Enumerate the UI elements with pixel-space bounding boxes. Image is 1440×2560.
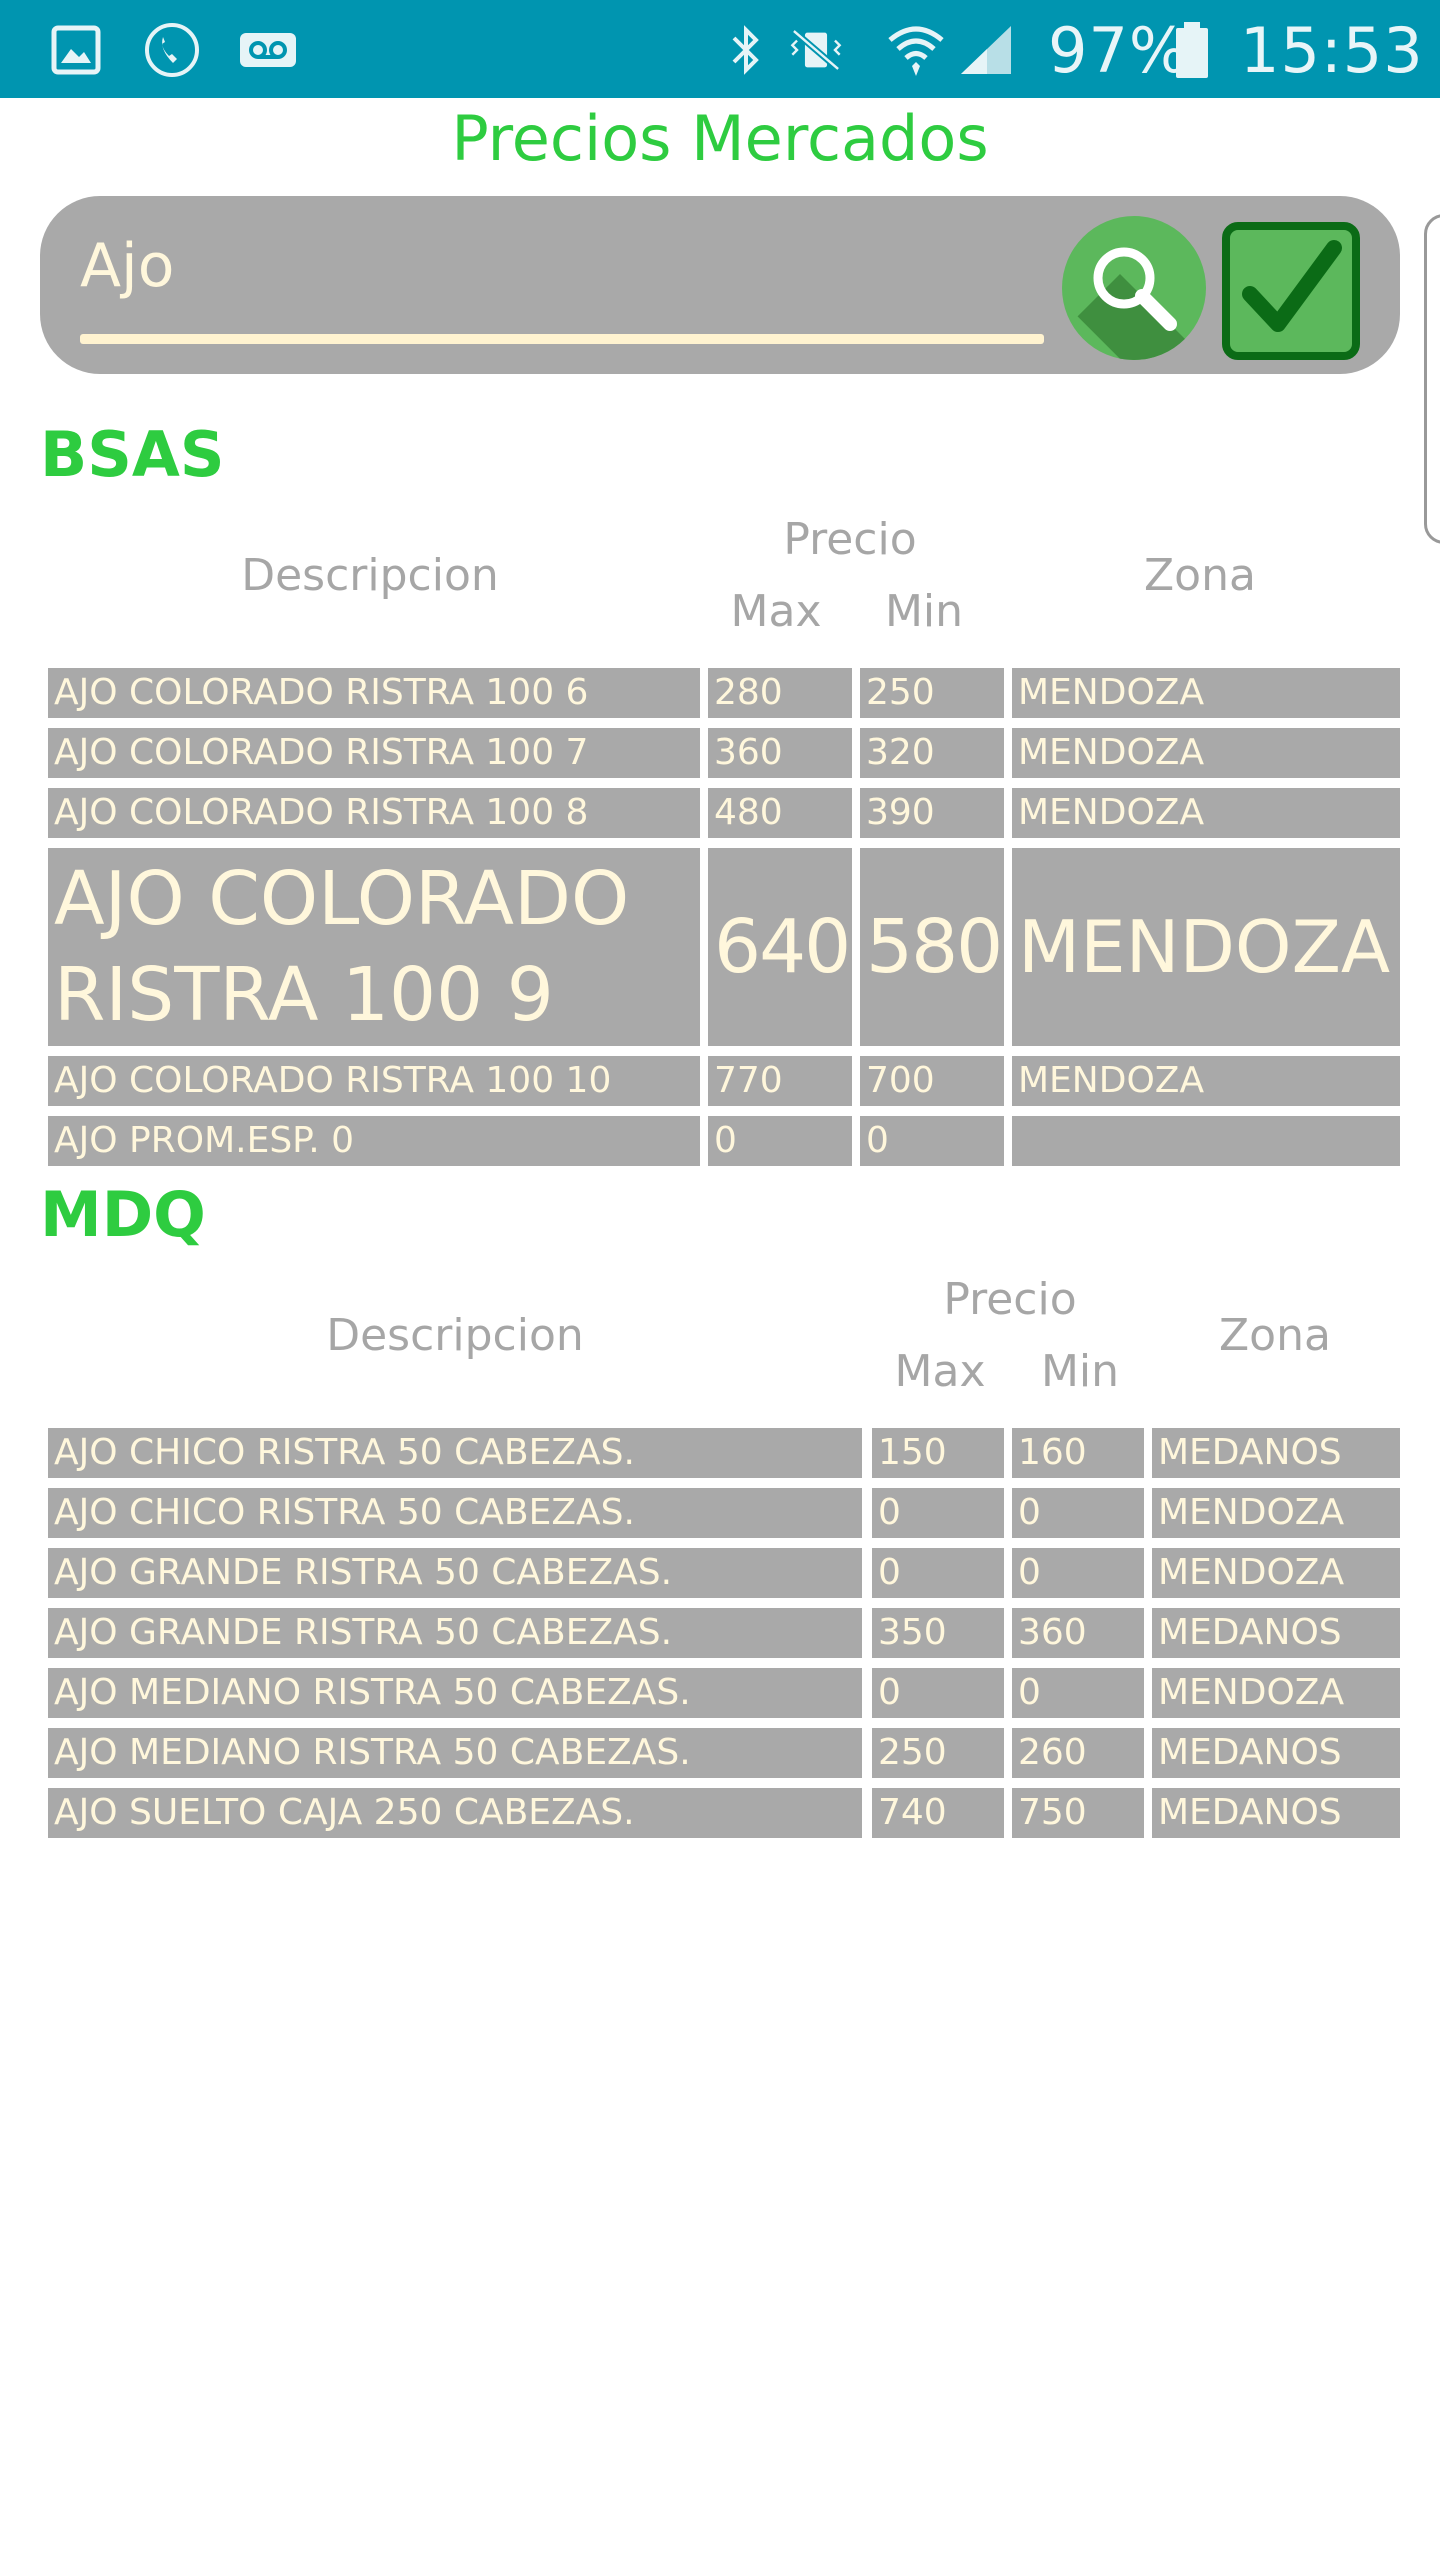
bluetooth-icon bbox=[716, 20, 776, 80]
cell-max: 740 bbox=[872, 1788, 1004, 1838]
phone-call-icon bbox=[142, 20, 202, 80]
cell-zona: MEDANOS bbox=[1152, 1608, 1400, 1658]
cell-min: 580 bbox=[860, 848, 1004, 1046]
header-descripcion: Descripcion bbox=[326, 1310, 584, 1361]
cell-min: 160 bbox=[1012, 1428, 1144, 1478]
cell-zona: MENDOZA bbox=[1152, 1488, 1400, 1538]
clock: 15:53 bbox=[1240, 14, 1424, 87]
cell-min: 250 bbox=[860, 668, 1004, 718]
cell-min: 260 bbox=[1012, 1728, 1144, 1778]
cell-descripcion: AJO CHICO RISTRA 50 CABEZAS. bbox=[48, 1488, 862, 1538]
cell-max: 150 bbox=[872, 1428, 1004, 1478]
header-max: Max bbox=[894, 1346, 986, 1397]
cell-min: 360 bbox=[1012, 1608, 1144, 1658]
header-zona: Zona bbox=[1219, 1310, 1331, 1361]
cell-descripcion: AJO PROM.ESP. 0 bbox=[48, 1116, 700, 1166]
voicemail-icon bbox=[238, 20, 298, 80]
battery-percent: 97% bbox=[1048, 14, 1189, 87]
cell-min: 750 bbox=[1012, 1788, 1144, 1838]
cell-min: 0 bbox=[1012, 1668, 1144, 1718]
header-precio: Precio bbox=[943, 1274, 1077, 1325]
cell-descripcion: AJO CHICO RISTRA 50 CABEZAS. bbox=[48, 1428, 862, 1478]
drawer-handle[interactable] bbox=[1424, 214, 1440, 544]
search-bar bbox=[40, 196, 1400, 374]
cell-zona: MENDOZA bbox=[1012, 728, 1400, 778]
cell-zona: MEDANOS bbox=[1152, 1728, 1400, 1778]
gallery-icon bbox=[46, 20, 106, 80]
checkmark-icon bbox=[1242, 240, 1342, 332]
cell-descripcion: AJO COLORADO RISTRA 100 6 bbox=[48, 668, 700, 718]
header-descripcion: Descripcion bbox=[241, 550, 499, 601]
magnifier-icon bbox=[1093, 247, 1177, 331]
cell-max: 360 bbox=[708, 728, 852, 778]
signal-icon bbox=[956, 20, 1016, 80]
cell-min: 700 bbox=[860, 1056, 1004, 1106]
cell-max: 280 bbox=[708, 668, 852, 718]
header-precio: Precio bbox=[783, 514, 917, 565]
header-max: Max bbox=[730, 586, 822, 637]
cell-zona: MEDANOS bbox=[1152, 1788, 1400, 1838]
wifi-icon bbox=[886, 20, 946, 80]
cell-zona: MENDOZA bbox=[1012, 788, 1400, 838]
cell-min: 390 bbox=[860, 788, 1004, 838]
cell-zona: MENDOZA bbox=[1012, 668, 1400, 718]
battery-icon bbox=[1170, 20, 1214, 80]
search-underline bbox=[80, 334, 1044, 344]
cell-zona: MENDOZA bbox=[1012, 848, 1400, 1046]
cell-max: 770 bbox=[708, 1056, 852, 1106]
cell-max: 0 bbox=[872, 1488, 1004, 1538]
header-min: Min bbox=[1040, 1346, 1120, 1397]
cell-descripcion: AJO SUELTO CAJA 250 CABEZAS. bbox=[48, 1788, 862, 1838]
cell-max: 0 bbox=[872, 1548, 1004, 1598]
vibrate-mute-icon bbox=[786, 20, 846, 80]
page-title: Precios Mercados bbox=[451, 102, 989, 175]
cell-min: 320 bbox=[860, 728, 1004, 778]
header-zona: Zona bbox=[1144, 550, 1256, 601]
cell-descripcion: AJO COLORADO RISTRA 100 8 bbox=[48, 788, 700, 838]
cell-max: 0 bbox=[872, 1668, 1004, 1718]
cell-min: 0 bbox=[1012, 1488, 1144, 1538]
status-bar: 97% 15:53 bbox=[0, 0, 1440, 98]
cell-descripcion: AJO COLORADO RISTRA 100 10 bbox=[48, 1056, 700, 1106]
section-title-mdq: MDQ bbox=[40, 1178, 206, 1251]
search-button[interactable] bbox=[1062, 216, 1206, 360]
cell-max: 350 bbox=[872, 1608, 1004, 1658]
cell-max: 480 bbox=[708, 788, 852, 838]
cell-descripcion: AJO GRANDE RISTRA 50 CABEZAS. bbox=[48, 1608, 862, 1658]
section-title-bsas: BSAS bbox=[40, 418, 225, 491]
search-input[interactable] bbox=[80, 226, 1044, 306]
cell-zona: MENDOZA bbox=[1152, 1548, 1400, 1598]
cell-descripcion: AJO MEDIANO RISTRA 50 CABEZAS. bbox=[48, 1668, 862, 1718]
cell-zona: MENDOZA bbox=[1012, 1056, 1400, 1106]
cell-max: 0 bbox=[708, 1116, 852, 1166]
confirm-button[interactable] bbox=[1222, 222, 1360, 360]
cell-max: 250 bbox=[872, 1728, 1004, 1778]
cell-zona: MENDOZA bbox=[1152, 1668, 1400, 1718]
cell-descripcion: AJO GRANDE RISTRA 50 CABEZAS. bbox=[48, 1548, 862, 1598]
cell-min: 0 bbox=[860, 1116, 1004, 1166]
cell-zona bbox=[1012, 1116, 1400, 1166]
cell-descripcion: AJO COLORADO RISTRA 100 9 bbox=[48, 848, 700, 1046]
header-min: Min bbox=[884, 586, 964, 637]
cell-max: 640 bbox=[708, 848, 852, 1046]
cell-descripcion: AJO MEDIANO RISTRA 50 CABEZAS. bbox=[48, 1728, 862, 1778]
cell-zona: MEDANOS bbox=[1152, 1428, 1400, 1478]
cell-descripcion: AJO COLORADO RISTRA 100 7 bbox=[48, 728, 700, 778]
cell-min: 0 bbox=[1012, 1548, 1144, 1598]
